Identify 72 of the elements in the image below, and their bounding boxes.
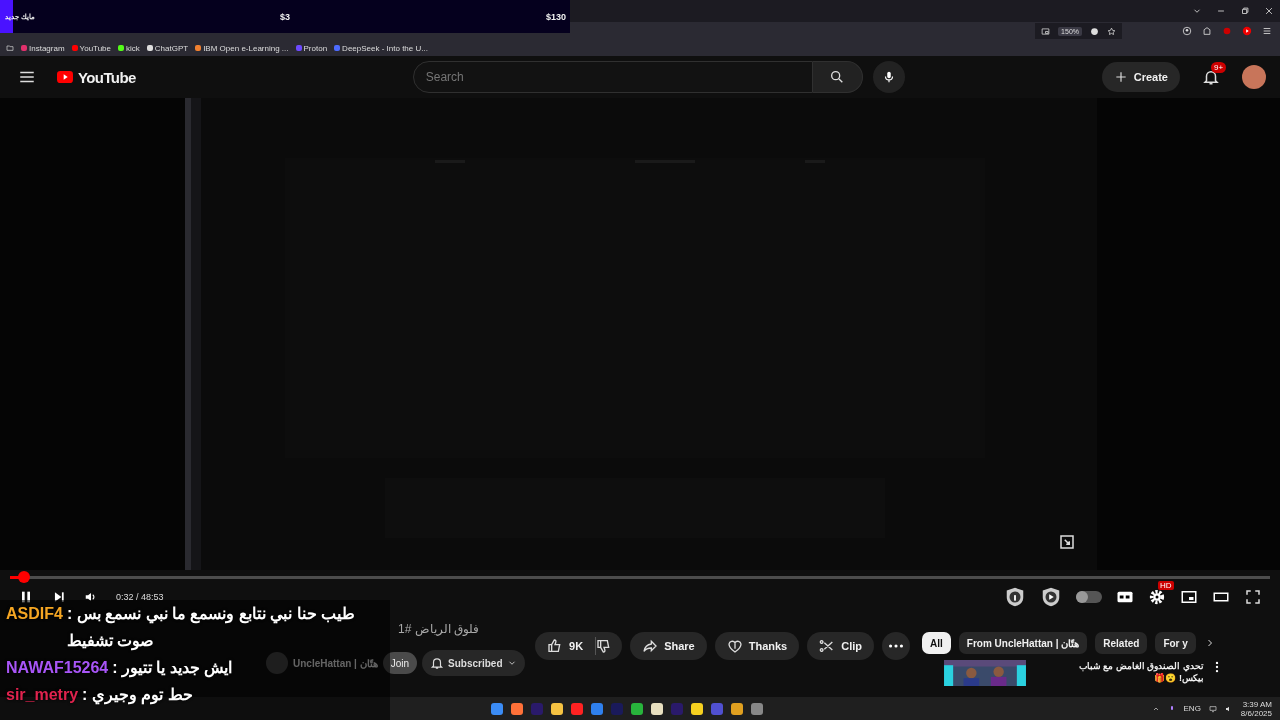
language-indicator[interactable]: ENG <box>1183 704 1201 713</box>
app-icon[interactable] <box>651 702 663 715</box>
restore-icon[interactable] <box>1240 6 1250 16</box>
notification-badge: 9+ <box>1211 62 1227 73</box>
bell-icon <box>430 656 445 670</box>
bookmark[interactable]: ChatGPT <box>146 43 189 53</box>
filter-chip[interactable]: All <box>922 632 951 654</box>
plus-icon <box>1113 70 1128 84</box>
miniplayer-icon[interactable] <box>1180 588 1198 606</box>
bookmark[interactable]: kick <box>118 43 140 53</box>
more-button[interactable] <box>882 631 910 660</box>
chat-username: NAWAF15264 <box>6 658 109 678</box>
chat-message: : ايش جديد يا تتيور <box>112 658 233 680</box>
bookmark[interactable]: YouTube <box>71 43 111 53</box>
info-shield-icon[interactable] <box>1004 586 1026 608</box>
play-logo-icon <box>54 69 76 85</box>
search-button[interactable] <box>812 61 863 93</box>
subscribed-button[interactable]: Subscribed <box>422 650 525 676</box>
action-button[interactable]: Share <box>630 631 707 660</box>
join-button[interactable]: Join <box>382 652 418 674</box>
action-button[interactable]: Thanks <box>714 631 800 660</box>
quality-badge: HD <box>1158 581 1174 590</box>
app-icon[interactable] <box>511 702 523 715</box>
bookmark[interactable]: IBM Open e-Learning ... <box>195 43 289 53</box>
more-icon <box>889 643 903 648</box>
extension-icon[interactable] <box>1222 26 1232 36</box>
account-icon[interactable] <box>1182 26 1192 36</box>
fullscreen-icon[interactable] <box>1244 588 1262 606</box>
menu-icon[interactable] <box>1262 26 1272 36</box>
autoplay-toggle[interactable] <box>1076 591 1102 603</box>
progress-thumb[interactable] <box>17 571 30 583</box>
extensions-icon[interactable] <box>1202 26 1212 36</box>
star-icon[interactable] <box>1107 26 1116 36</box>
clock-date[interactable]: 8/6/2025 <box>1240 708 1272 718</box>
app-icon[interactable] <box>551 702 563 715</box>
app-icon[interactable] <box>731 702 743 715</box>
chat-username: sir_metry <box>6 685 79 705</box>
bell-icon[interactable] <box>1202 68 1220 86</box>
goal-current: $3 <box>280 11 290 22</box>
action-button[interactable]: Clip <box>807 631 874 660</box>
microphone-button[interactable] <box>872 61 905 93</box>
app-icon[interactable] <box>691 702 703 715</box>
app-icon[interactable] <box>631 702 643 715</box>
bookmark[interactable]: Instagram <box>21 43 65 53</box>
chat-username: ASDIF4 <box>6 604 63 624</box>
chat-message: : طيب حنا نبي نتابع ونسمع ما نبي نسمع بس صوت تشفيط <box>66 604 357 653</box>
next-icon[interactable] <box>52 590 66 604</box>
close-icon[interactable] <box>1264 6 1274 16</box>
play-shield-icon[interactable] <box>1040 586 1062 608</box>
box-arrow-icon[interactable] <box>1058 533 1076 551</box>
scissors-icon <box>819 637 836 654</box>
filter-chip[interactable]: Related <box>1095 632 1148 654</box>
video-title: فلوق الرياض #1 <box>398 622 480 636</box>
video-title[interactable]: تحدي الصندوق الغامض مع شباب بيكس! 😮🎁 <box>1054 660 1204 684</box>
goal-target: $130 <box>545 11 566 22</box>
logo-text[interactable]: YouTube <box>78 68 136 86</box>
circle-icon <box>1090 26 1099 36</box>
folder-icon <box>6 44 14 52</box>
clock-time[interactable]: 3:39 AM <box>1242 699 1272 709</box>
search-field[interactable]: Search <box>412 61 813 93</box>
bookmark[interactable]: Proton <box>295 43 328 53</box>
filter-chip[interactable]: For y <box>1155 632 1196 654</box>
time-display: 0:32 / 48:53 <box>116 592 164 602</box>
chat-message: : حط توم وجيري <box>82 685 193 707</box>
filter-chip[interactable]: From UncleHattan | هتّان <box>958 632 1088 654</box>
settings-icon[interactable] <box>1148 588 1166 606</box>
create-button[interactable]: Create <box>1101 62 1180 92</box>
play-icon[interactable] <box>1242 26 1252 36</box>
avatar[interactable] <box>1242 65 1266 89</box>
picture-in-picture-icon[interactable] <box>1041 26 1051 36</box>
bookmark[interactable]: DeepSeek - Into the U... <box>334 43 428 53</box>
monitor-icon[interactable] <box>1208 704 1217 713</box>
